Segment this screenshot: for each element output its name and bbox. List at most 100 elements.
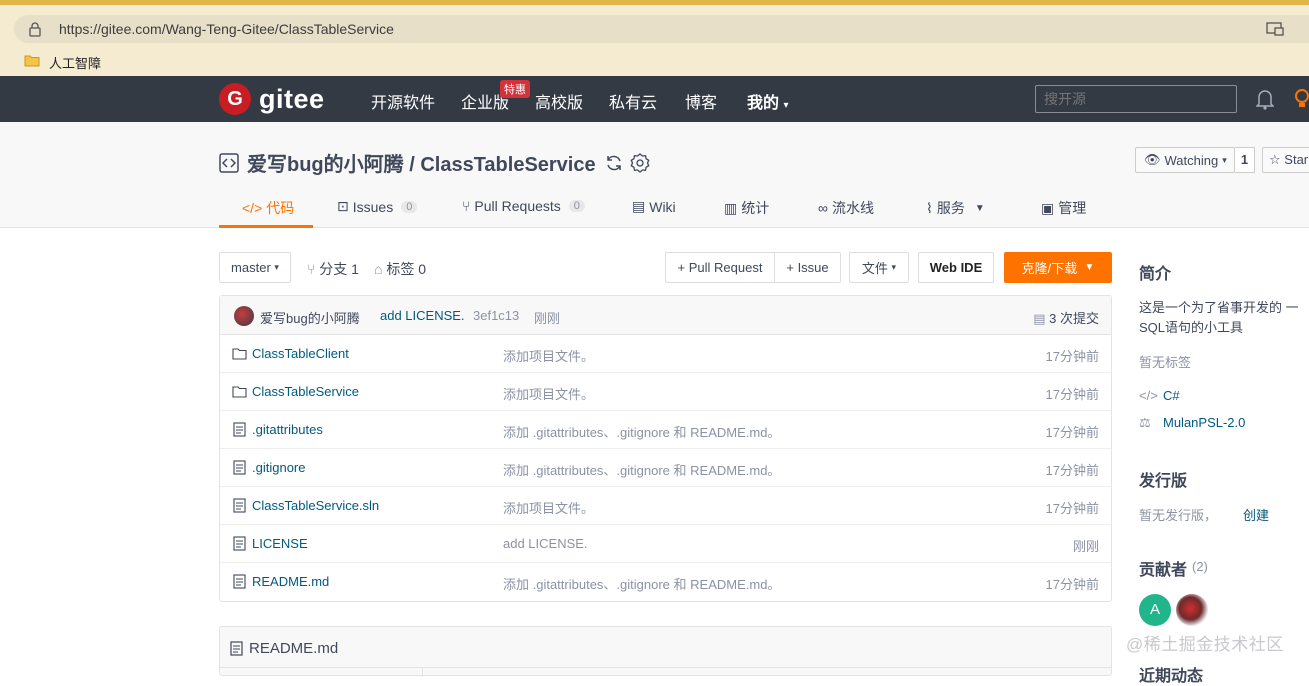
file-menu-button[interactable]: 文件 ▾	[849, 252, 909, 283]
branch-select[interactable]: master ▾	[219, 252, 291, 283]
active-tab-indicator	[219, 225, 313, 228]
table-row[interactable]: ClassTableClient 添加项目文件。 17分钟前	[220, 335, 1111, 373]
readme-title: README.md	[249, 640, 339, 657]
chevron-down-icon: ▼	[1084, 262, 1095, 273]
tab-code[interactable]: </> 代码	[242, 198, 294, 218]
nav-education[interactable]: 高校版	[535, 89, 583, 113]
search-input[interactable]	[1035, 85, 1237, 113]
tab-wiki-label: Wiki	[649, 198, 676, 215]
file-icon	[232, 536, 247, 551]
sync-icon[interactable]	[604, 153, 624, 173]
language-link[interactable]: C#	[1163, 388, 1180, 403]
readme-panel: README.md	[219, 626, 1112, 677]
file-commit-message[interactable]: 添加项目文件。	[503, 498, 594, 517]
issue-icon: ⊡	[337, 198, 349, 214]
commit-count-link[interactable]: ▤ 3 次提交	[1033, 308, 1099, 327]
file-name-link[interactable]: .gitignore	[252, 460, 305, 475]
tags-link[interactable]: ⌂ 标签 0	[374, 259, 426, 279]
tab-stats[interactable]: ▥ 统计	[724, 198, 769, 218]
watermark: @稀土掘金技术社区	[1126, 635, 1284, 654]
nav-open-source[interactable]: 开源软件	[371, 89, 435, 113]
release-heading: 发行版	[1139, 473, 1188, 490]
table-row[interactable]: ClassTableService.sln 添加项目文件。 17分钟前	[220, 487, 1111, 525]
commit-hash[interactable]: 3ef1c13	[473, 308, 519, 323]
file-commit-time: 刚刚	[1072, 539, 1099, 554]
file-name-link[interactable]: .gitattributes	[252, 422, 323, 437]
repo-title[interactable]: 爱写bug的小阿腾 / ClassTableService	[247, 148, 596, 177]
promo-badge: 特惠	[500, 80, 530, 98]
tab-pull-requests[interactable]: ⑂ Pull Requests 0	[462, 198, 585, 214]
tab-issues[interactable]: ⊡ Issues 0	[337, 198, 418, 215]
nav-private-cloud[interactable]: 私有云	[609, 89, 657, 113]
file-commit-message[interactable]: 添加 .gitattributes、.gitignore 和 README.md…	[503, 422, 780, 441]
tab-manage[interactable]: ▣ 管理	[1041, 198, 1086, 218]
address-bar: https://gitee.com/Wang-Teng-Gitee/ClassT…	[0, 10, 1309, 46]
tab-issues-label: Issues	[352, 198, 394, 215]
table-row[interactable]: LICENSE add LICENSE. 刚刚	[220, 525, 1111, 563]
issues-count: 0	[401, 200, 418, 213]
url-text[interactable]: https://gitee.com/Wang-Teng-Gitee/ClassT…	[59, 21, 394, 37]
tab-pipeline[interactable]: ∞ 流水线	[818, 198, 874, 218]
watch-button[interactable]: 👁 Watching ▾	[1135, 147, 1235, 173]
watch-count[interactable]: 1	[1235, 147, 1255, 173]
chevron-down-icon: ▾	[274, 262, 279, 272]
file-name-link[interactable]: LICENSE	[252, 536, 308, 551]
nav-blog[interactable]: 博客	[685, 89, 717, 113]
commit-count: 3 次提交	[1049, 311, 1099, 326]
avatar[interactable]	[234, 306, 254, 326]
tab-stats-label: 统计	[741, 200, 770, 216]
create-release-link[interactable]: 创建	[1243, 505, 1269, 524]
file-name-link[interactable]: ClassTableService	[252, 384, 359, 399]
bell-icon[interactable]	[1256, 88, 1274, 110]
file-commit-time: 17分钟前	[1045, 501, 1099, 516]
tab-wiki[interactable]: ▤ Wiki	[632, 198, 676, 215]
avatar[interactable]: A	[1139, 594, 1171, 626]
tab-services[interactable]: ⌇ 服务 ▼	[926, 198, 985, 218]
gitee-logo[interactable]: G gitee	[219, 81, 325, 117]
commit-message[interactable]: add LICENSE.	[380, 308, 465, 323]
file-name-link[interactable]: ClassTableService.sln	[252, 498, 379, 513]
recent-activity-heading: 近期动态	[1139, 668, 1204, 685]
star-button[interactable]: ☆ Star	[1262, 147, 1309, 173]
nav-mine[interactable]: 我的 ▾	[747, 89, 789, 113]
code-icon: </>	[242, 200, 263, 216]
web-ide-button[interactable]: Web IDE	[918, 252, 994, 283]
file-commit-message[interactable]: add LICENSE.	[503, 536, 588, 551]
gitee-logo-text: gitee	[259, 83, 325, 114]
file-icon	[232, 460, 247, 475]
tab-services-label: 服务	[936, 200, 965, 216]
table-row[interactable]: .gitattributes 添加 .gitattributes、.gitigno…	[220, 411, 1111, 449]
file-commit-message[interactable]: 添加 .gitattributes、.gitignore 和 README.md…	[503, 460, 780, 479]
new-pull-request-button[interactable]: + Pull Request	[665, 252, 775, 283]
lightbulb-icon[interactable]	[1294, 88, 1309, 110]
file-name-link[interactable]: ClassTableClient	[252, 346, 349, 361]
settings-doc-icon: ▣	[1041, 199, 1055, 216]
star-label: Star	[1284, 152, 1309, 167]
tag-icon: ⌂	[374, 261, 383, 277]
avatar[interactable]	[1176, 594, 1208, 626]
document-icon: ▤	[1033, 311, 1046, 326]
clone-download-button[interactable]: 克隆/下载 ▼	[1004, 252, 1112, 283]
bar-chart-icon: ▥	[724, 199, 738, 216]
table-row[interactable]: .gitignore 添加 .gitattributes、.gitignore 和…	[220, 449, 1111, 487]
repo-code-icon	[219, 152, 239, 173]
medal-icon[interactable]	[630, 152, 650, 173]
file-name-link[interactable]: README.md	[252, 574, 329, 589]
file-icon	[232, 498, 247, 513]
pulls-count: 0	[568, 200, 585, 212]
file-commit-time: 17分钟前	[1045, 577, 1099, 592]
reader-mode-icon[interactable]	[1266, 22, 1284, 36]
table-row[interactable]: ClassTableService 添加项目文件。 17分钟前	[220, 373, 1111, 411]
divider	[220, 667, 1111, 668]
file-commit-message[interactable]: 添加 .gitattributes、.gitignore 和 README.md…	[503, 574, 780, 593]
file-commit-message[interactable]: 添加项目文件。	[503, 346, 594, 365]
file-commit-message[interactable]: 添加项目文件。	[503, 384, 594, 403]
license-link[interactable]: MulanPSL-2.0	[1163, 415, 1245, 430]
table-row[interactable]: README.md 添加 .gitattributes、.gitignore 和 …	[220, 563, 1111, 601]
bookmark-folder[interactable]: 人工智障	[49, 53, 101, 72]
branches-link[interactable]: ⑂ 分支 1	[307, 259, 359, 279]
commit-author[interactable]: 爱写bug的小阿腾	[260, 308, 360, 327]
new-issue-button[interactable]: + Issue	[774, 252, 841, 283]
clone-label: 克隆/下载	[1021, 261, 1078, 276]
watch-label: Watching	[1164, 152, 1219, 168]
